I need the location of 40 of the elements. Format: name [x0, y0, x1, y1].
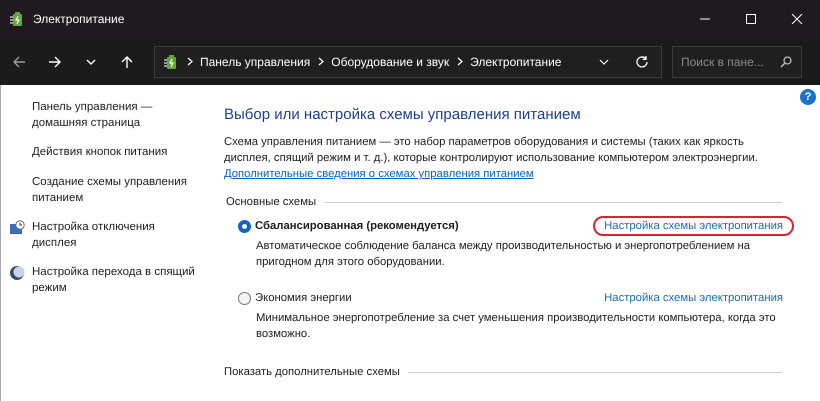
- monitor-clock-icon: [9, 220, 25, 236]
- window-title: Электропитание: [33, 12, 124, 26]
- group-title: Основные схемы: [226, 196, 316, 208]
- sidebar-link[interactable]: Настройка отключения дисплея: [32, 219, 202, 251]
- chevron-icon: [318, 57, 324, 66]
- breadcrumb-item[interactable]: Панель управления: [200, 54, 310, 68]
- breadcrumb-item[interactable]: Электропитание: [470, 54, 562, 68]
- plan-settings-link[interactable]: Настройка схемы электропитания: [593, 288, 794, 308]
- close-icon: [791, 14, 803, 24]
- plan-name: Экономия энергии: [255, 292, 352, 304]
- breadcrumb-item[interactable]: Оборудование и звук: [331, 54, 450, 68]
- moon-icon: [9, 265, 25, 281]
- info-link[interactable]: Дополнительные сведения о схемах управления питанием: [224, 166, 534, 182]
- square-icon: [745, 14, 757, 24]
- arrow-left-icon: [11, 54, 27, 70]
- battery-icon: [9, 11, 25, 27]
- sidebar-link[interactable]: Действия кнопок питания: [32, 144, 202, 160]
- radio-button[interactable]: [238, 292, 251, 304]
- address-bar[interactable]: Панель управления Оборудование и звук Электропитание: [154, 46, 662, 78]
- help-button[interactable]: ?: [800, 89, 816, 105]
- sidebar-link[interactable]: Панель управления — домашняя страница: [32, 99, 202, 131]
- page-heading: Выбор или настройка схемы управления питанием: [224, 106, 582, 123]
- arrow-right-icon: [47, 54, 63, 70]
- battery-icon: [163, 54, 179, 70]
- sidebar-link[interactable]: Создание схемы управления питанием: [32, 174, 202, 206]
- radio-button[interactable]: [238, 220, 251, 232]
- plan-settings-link[interactable]: Настройка схемы электропитания: [593, 216, 794, 236]
- sidebar-link[interactable]: Настройка перехода в спящий режим: [32, 264, 202, 296]
- chevron-icon: [457, 57, 464, 66]
- chevron-icon: [187, 57, 193, 66]
- plan-name: Сбалансированная (рекомендуется): [255, 220, 459, 232]
- description-text: Схема управления питанием — это набор параметров оборудования и системы (таких как яркость дисплея, спящий режим и т. д.), которые контролируют использование компьютером электроэнергии.: [224, 135, 759, 166]
- expand-link[interactable]: Показать дополнительные схемы: [224, 366, 400, 378]
- chevron-down-icon: [599, 58, 609, 64]
- refresh-icon: [635, 54, 649, 68]
- plan-description: Минимальное энергопотребление за счет уменьшения производительности компьютера, когда это возможно.: [256, 311, 777, 342]
- search-icon: [780, 56, 792, 68]
- arrow-up-icon: [119, 54, 135, 70]
- search-field[interactable]: Поиск в пане...: [672, 46, 802, 78]
- plan-description: Автоматическое соблюдение баланса между производительностью и энергопотреблением на пригодном для этого оборудовании.: [256, 239, 752, 270]
